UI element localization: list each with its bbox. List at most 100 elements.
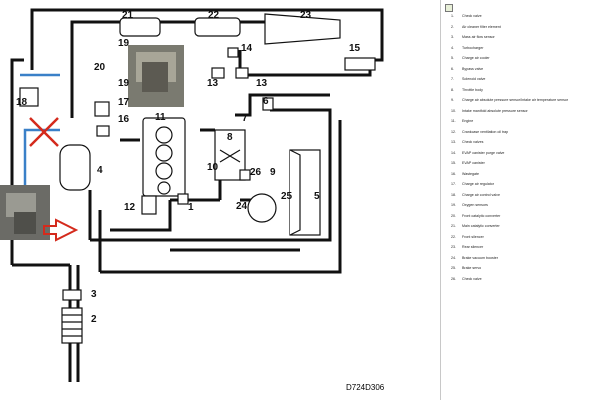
- legend-label: Front catalytic converter: [462, 213, 501, 218]
- legend-panel: 1. Check valve 2. Air cleaner filter elemen…: [440, 0, 589, 400]
- legend-item: 13. Check valves: [451, 140, 483, 144]
- legend-label: Charge air absolute pressure sensor/Inta…: [462, 98, 569, 102]
- callout-label: 23: [300, 10, 312, 21]
- legend-label: Air cleaner filter element: [462, 24, 501, 29]
- callout-label: 16: [118, 114, 130, 125]
- legend-item: 2. Air cleaner filter element: [451, 25, 501, 29]
- photo-turbo: [128, 45, 184, 107]
- legend-label: EVAP canister purge valve: [462, 150, 505, 155]
- legend-number: 16.: [451, 171, 456, 176]
- callout-label: 15: [349, 43, 361, 54]
- legend-number: 2.: [451, 24, 454, 29]
- callout-label: 20: [94, 62, 106, 73]
- legend-label: Mass air flow sensor: [462, 35, 495, 39]
- legend-label: Check valves: [462, 140, 484, 144]
- callout-label: 10: [207, 162, 219, 173]
- legend-label: Throttle body: [462, 87, 483, 92]
- legend-item: 7. Solenoid valve: [451, 77, 485, 81]
- legend-number: 9.: [451, 98, 454, 102]
- legend-item: 10. Intake manifold absolute pressure sen…: [451, 109, 528, 113]
- callout-label: 6: [263, 96, 269, 107]
- callout-label: 5: [314, 191, 320, 202]
- legend-label: EVAP canister: [462, 161, 485, 165]
- legend-number: 13.: [451, 140, 456, 144]
- legend-number: 7.: [451, 77, 454, 81]
- legend-number: 24.: [451, 255, 456, 260]
- legend-number: 26.: [451, 276, 456, 281]
- legend-item: 16. Wastegate: [451, 172, 479, 176]
- legend-item: 21. Main catalytic converter: [451, 224, 500, 228]
- legend-item: 22. Front silencer: [451, 235, 484, 239]
- callout-label: 18: [16, 97, 28, 108]
- legend-label: Check valve: [462, 276, 482, 281]
- legend-number: 22.: [451, 234, 456, 239]
- callout-label: 13: [207, 78, 219, 89]
- legend-number: 25.: [451, 266, 456, 270]
- legend-number: 12.: [451, 129, 456, 134]
- callout-label: 26: [250, 167, 262, 178]
- callout-label: 21: [122, 10, 134, 21]
- legend-number: 14.: [451, 150, 456, 155]
- legend-item: 23. Rear silencer: [451, 245, 483, 249]
- callout-label: 19: [118, 38, 130, 49]
- legend-item: 9. Charge air absolute pressure sensor/In…: [451, 98, 568, 102]
- legend-item: 8. Throttle body: [451, 88, 483, 92]
- legend-item: 6. Bypass valve: [451, 67, 483, 71]
- callout-label: 1: [188, 202, 194, 213]
- callout-label: 13: [256, 78, 268, 89]
- callout-label: 9: [270, 167, 276, 178]
- legend-item: 25. Brake servo: [451, 266, 481, 270]
- callout-label: 11: [155, 112, 166, 123]
- callout-label: 25: [281, 191, 293, 202]
- legend-item: 4. Turbocharger: [451, 46, 483, 50]
- legend-item: 12. Crankcase ventilation oil trap: [451, 130, 508, 134]
- legend-number: 6.: [451, 66, 454, 71]
- legend-item: 15. EVAP canister: [451, 161, 485, 165]
- legend-number: 4.: [451, 45, 454, 50]
- diagram-code: D724D306: [346, 383, 385, 392]
- callout-label: 2: [91, 314, 97, 325]
- legend-label: Front silencer: [462, 234, 484, 239]
- legend-item: 17. Charge air regulator: [451, 182, 494, 186]
- callout-label: 4: [97, 165, 103, 176]
- legend-label: Intake manifold absolute pressure sensor: [462, 108, 528, 113]
- callout-label: 22: [208, 10, 220, 21]
- callout-label: 14: [241, 43, 253, 54]
- legend-label: Brake servo: [462, 266, 482, 270]
- legend-label: Check valve: [462, 14, 482, 18]
- legend-item: 24. Brake vacuum booster: [451, 256, 498, 260]
- legend-item: 20. Front catalytic converter: [451, 214, 500, 218]
- legend-label: Turbocharger: [462, 45, 484, 50]
- legend-item: 18. Charge air control valve: [451, 193, 500, 197]
- legend-item: 3. Mass air flow sensor: [451, 35, 495, 39]
- legend-number: 18.: [451, 192, 456, 197]
- legend-number: 1.: [451, 14, 454, 18]
- legend-label: Charge air cooler: [462, 56, 490, 60]
- legend-number: 20.: [451, 213, 456, 218]
- legend-number: 17.: [451, 182, 456, 186]
- legend-label: Main catalytic converter: [462, 224, 500, 228]
- legend-item: 1. Check valve: [451, 14, 482, 18]
- legend-number: 21.: [451, 224, 456, 228]
- legend-label: Rear silencer: [462, 245, 484, 249]
- image-icon: [445, 4, 453, 12]
- legend-number: 3.: [451, 35, 454, 39]
- photo-air-intake: [0, 185, 50, 240]
- legend-number: 19.: [451, 203, 456, 207]
- legend-item: 11. Engine: [451, 119, 473, 123]
- legend-number: 23.: [451, 245, 456, 249]
- legend-label: Charge air control valve: [462, 192, 500, 197]
- legend-item: 19. Oxygen sensors: [451, 203, 488, 207]
- legend-label: Bypass valve: [462, 66, 484, 71]
- legend-label: Crankcase ventilation oil trap: [462, 129, 509, 134]
- callout-label: 3: [91, 289, 97, 300]
- legend-item: 14. EVAP canister purge valve: [451, 151, 504, 155]
- legend-label: Charge air regulator: [462, 182, 494, 186]
- callout-label: 19: [118, 78, 130, 89]
- legend-number: 5.: [451, 56, 454, 60]
- legend-label: Wastegate: [462, 171, 480, 176]
- callout-label: 8: [227, 132, 233, 143]
- legend-item: 5. Charge air cooler: [451, 56, 490, 60]
- legend-number: 11.: [451, 119, 456, 123]
- callout-label: 7: [242, 113, 248, 124]
